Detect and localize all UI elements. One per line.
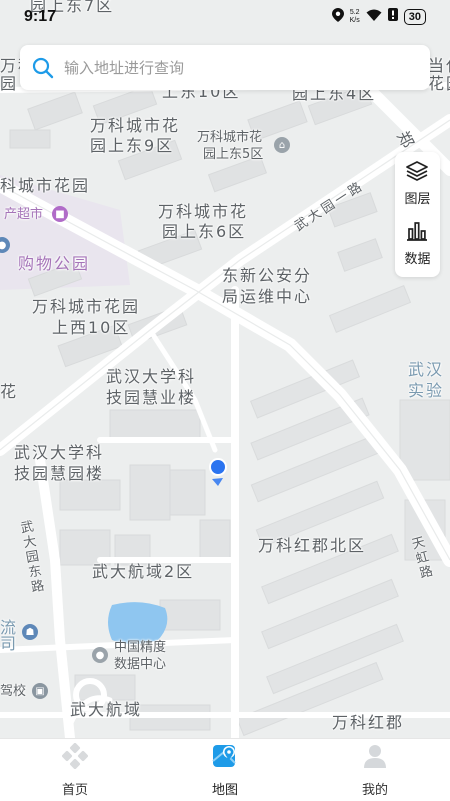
layers-label: 图层 xyxy=(404,192,431,207)
net-speed-unit: K/s xyxy=(349,17,360,24)
map-label: 技园慧园楼 xyxy=(14,464,105,483)
alert-icon xyxy=(387,8,398,26)
map-label: 实验 xyxy=(408,381,445,400)
battery-indicator: 30 xyxy=(403,9,426,25)
map-base-layer xyxy=(0,0,450,738)
residence-poi-icon[interactable]: ⌂ xyxy=(274,137,290,153)
map-label: 花 xyxy=(0,382,19,401)
map-label: 园上东5区 xyxy=(203,147,264,162)
map-label: 科城市花园 xyxy=(0,176,91,195)
map-label: 局运维中心 xyxy=(222,287,313,306)
map-tools-panel: 图层 数据 xyxy=(395,152,440,277)
data-label: 数据 xyxy=(404,252,431,267)
map-label: 驾校 xyxy=(0,684,27,699)
map-label: 万科红郡 xyxy=(332,713,405,732)
map-label: 产超市 xyxy=(4,207,44,222)
search-icon[interactable] xyxy=(32,57,54,79)
nav-item-map[interactable]: 地图 xyxy=(165,743,285,798)
map-label: 司 xyxy=(0,634,19,653)
user-location-marker[interactable] xyxy=(207,457,229,493)
map-label: 武汉大学科 xyxy=(14,443,105,462)
map-label: 武大航域2区 xyxy=(92,562,195,581)
map-label: 花园 xyxy=(428,74,450,93)
nav-label: 我的 xyxy=(361,782,388,798)
nav-label: 首页 xyxy=(61,782,88,798)
bottom-nav: 首页 地图 我的 xyxy=(0,738,450,801)
map-label: 园上东9区 xyxy=(90,136,175,155)
map-label: 中国精度 xyxy=(114,640,167,655)
nav-label: 地图 xyxy=(211,782,238,798)
location-poi-icon[interactable]: ● xyxy=(92,647,108,663)
status-bar: 9:17 5.2 K/s 30 xyxy=(0,0,450,34)
search-bar[interactable] xyxy=(20,45,430,90)
map-label: 上西10区 xyxy=(52,318,131,337)
home-diamond-icon xyxy=(61,742,89,773)
address-search-input[interactable] xyxy=(62,57,430,78)
net-speed-value: 5.2 xyxy=(349,9,360,16)
map-label: 技园慧业楼 xyxy=(106,388,197,407)
map-label: 万科城市花 xyxy=(197,130,263,145)
layers-button[interactable]: 图层 xyxy=(404,161,431,207)
layers-icon xyxy=(406,161,429,185)
map-label: 万科城市花 xyxy=(158,202,249,221)
map-label: 万科城市花园 xyxy=(32,297,141,316)
wifi-icon xyxy=(366,8,382,26)
bar-chart-icon xyxy=(406,221,428,245)
network-speed: 5.2 K/s xyxy=(350,9,360,25)
map-label: 园上东6区 xyxy=(162,222,247,241)
shopping-poi-icon[interactable]: ■ xyxy=(52,206,68,222)
location-status-icon xyxy=(331,7,344,27)
nav-item-home[interactable]: 首页 xyxy=(15,742,135,798)
data-button[interactable]: 数据 xyxy=(404,221,431,267)
map-pin-icon xyxy=(212,743,238,773)
map-label: 万科红郡北区 xyxy=(258,536,367,555)
map-label: 武汉 xyxy=(408,360,445,379)
nav-item-profile[interactable]: 我的 xyxy=(315,743,435,798)
map-label: 东新公安分 xyxy=(222,266,313,285)
status-time: 9:17 xyxy=(24,8,57,25)
user-profile-icon xyxy=(362,743,388,773)
map-label: 园 xyxy=(0,74,19,93)
map-label: 购物公园 xyxy=(18,254,91,273)
car-poi-icon[interactable]: ▣ xyxy=(32,683,48,699)
map-label: 万科城市花 xyxy=(90,116,181,135)
map-label: 武汉大学科 xyxy=(106,367,197,386)
map-label: 武大航域 xyxy=(70,700,143,719)
service-poi-icon[interactable]: ☗ xyxy=(22,624,38,640)
map-label: 当代 xyxy=(428,56,450,75)
map-label: 数据中心 xyxy=(114,657,167,672)
map-view[interactable]: 园上东7区 万科 园 当代 花园 上东10区 园上东4区 万科城市花 园上东9区… xyxy=(0,0,450,738)
